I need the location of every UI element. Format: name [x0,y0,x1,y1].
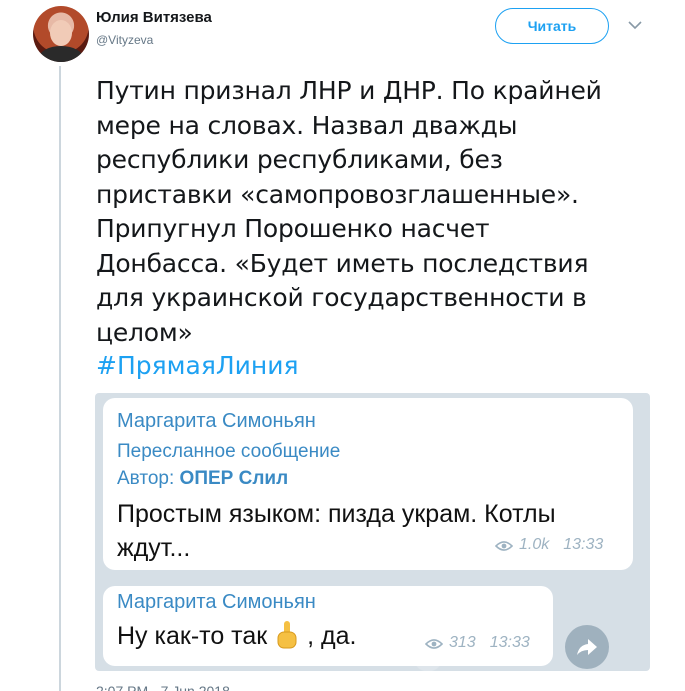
message-line: ждут... [117,534,191,562]
eye-icon [494,539,514,551]
forward-author: Автор: ОПЕР Слил [117,468,288,490]
message-text-part: Ну как-то так [117,622,268,650]
message-text-part: , да. [307,622,357,650]
message-sender: Маргарита Симоньян [117,591,316,613]
avatar[interactable] [33,6,89,62]
eye-icon [424,637,444,649]
thread-line [59,66,61,691]
message-bubble: Маргарита Симоньян Пересланное сообщение… [103,398,633,570]
share-arrow-icon[interactable] [565,625,609,669]
view-count: 313 [449,634,476,651]
avatar-shoulders [39,46,83,62]
message-time: 13:33 [489,634,530,651]
message-sender: Маргарита Симоньян [117,410,316,432]
message-text: Ну как-то так , да. [117,619,356,653]
attached-image[interactable]: Маргарита Симоньян Пересланное сообщение… [95,393,650,671]
hashtag-link[interactable]: #ПрямаяЛиния [96,351,299,380]
message-time: 13:33 [563,536,604,553]
tweet-timestamp[interactable]: 2:07 PM - 7 Jun 2018 [96,683,230,691]
tweet-card: Юлия Витязева @Vityzeva Читать Путин при… [0,0,685,691]
message-meta: 313 13:33 [424,634,530,652]
message-bubble: Маргарита Симоньян Ну как-то так , да. 3… [103,586,553,666]
message-meta: 1.0k 13:33 [494,536,604,554]
message-line: Простым языком: пизда украм. Котлы [117,500,556,528]
avatar-face [50,20,72,46]
view-count: 1.0k [519,536,550,553]
author-value: ОПЕР Слил [179,468,289,489]
follow-button[interactable]: Читать [495,8,609,44]
forwarded-label: Пересланное сообщение [117,441,341,462]
message-text: Простым языком: пизда украм. Котлы ждут.… [117,497,556,565]
author-name[interactable]: Юлия Витязева [96,9,212,26]
author-handle[interactable]: @Vityzeva [96,33,153,47]
pointing-finger-emoji-icon [274,619,300,653]
chevron-down-icon[interactable] [627,17,643,33]
tweet-text: Путин признал ЛНР и ДНР. По крайней мере… [96,76,602,347]
author-label: Автор: [117,468,175,489]
